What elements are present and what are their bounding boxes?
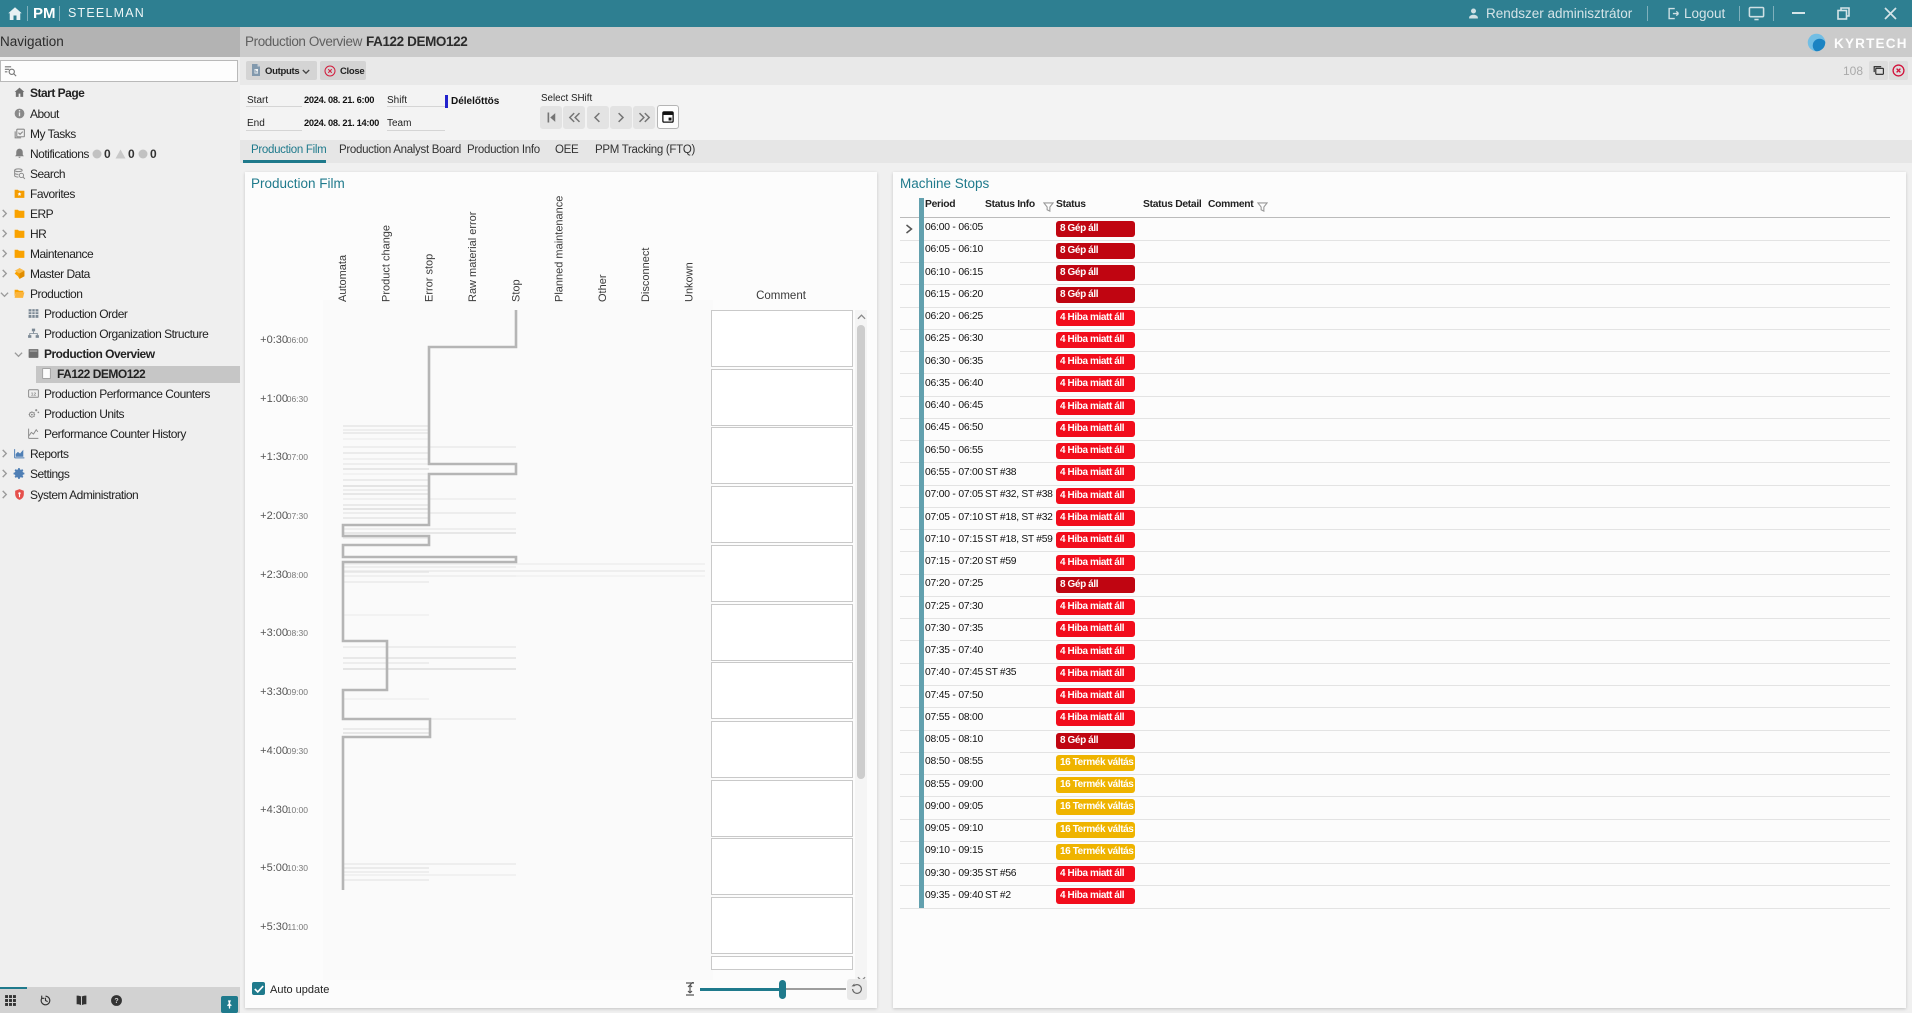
svg-text:Unkown: Unkown [684, 262, 696, 302]
svg-text:+2:00: +2:00 [260, 510, 288, 522]
svg-text:Other: Other [597, 274, 609, 302]
svg-text:08:00: 08:00 [287, 570, 309, 580]
svg-text:Planned maintenance: Planned maintenance [554, 196, 566, 302]
svg-text:Comment: Comment [756, 290, 807, 302]
svg-text:Disconnect: Disconnect [640, 248, 652, 302]
svg-text:+5:30: +5:30 [260, 921, 288, 933]
svg-text:09:00: 09:00 [287, 687, 309, 697]
svg-text:10:00: 10:00 [287, 805, 309, 815]
svg-text:+5:00: +5:00 [260, 862, 288, 874]
svg-text:Stop: Stop [510, 279, 522, 302]
svg-text:+1:30: +1:30 [260, 451, 288, 463]
svg-text:+1:00: +1:00 [260, 393, 288, 405]
svg-text:08:30: 08:30 [287, 628, 309, 638]
svg-text:06:00: 06:00 [287, 335, 309, 345]
svg-text:+0:30: +0:30 [260, 334, 288, 346]
svg-text:10:30: 10:30 [287, 863, 309, 873]
svg-text:?: ? [114, 998, 118, 1005]
svg-text:07:00: 07:00 [287, 452, 309, 462]
svg-text:+3:30: +3:30 [260, 686, 288, 698]
svg-text:Raw material error: Raw material error [467, 211, 479, 302]
svg-text:+3:00: +3:00 [260, 627, 288, 639]
svg-text:Product change: Product change [380, 225, 392, 302]
svg-text:Error stop: Error stop [424, 254, 436, 302]
svg-text:+4:30: +4:30 [260, 804, 288, 816]
svg-text:+4:00: +4:00 [260, 745, 288, 757]
svg-text:11:00: 11:00 [287, 922, 308, 932]
svg-text:12: 12 [31, 391, 37, 397]
svg-text:06:30: 06:30 [287, 394, 309, 404]
svg-text:+2:30: +2:30 [260, 569, 288, 581]
svg-text:09:30: 09:30 [287, 746, 309, 756]
svg-text:07:30: 07:30 [287, 511, 309, 521]
svg-text:Automata: Automata [337, 254, 349, 302]
